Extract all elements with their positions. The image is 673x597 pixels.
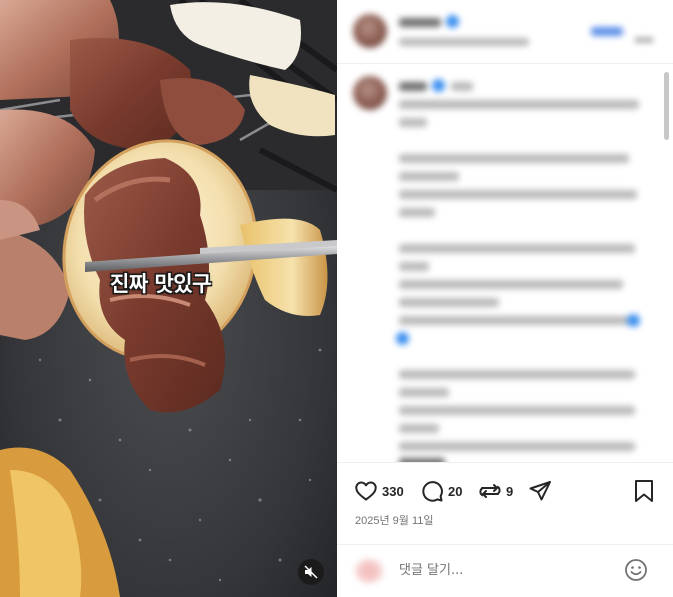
author-avatar[interactable] (353, 14, 387, 48)
mute-toggle-button[interactable] (298, 559, 324, 585)
caption-and-comments (337, 64, 673, 462)
post-header (337, 0, 673, 64)
comment-button[interactable]: 20 (420, 479, 462, 503)
post-viewer: 진짜 맛있구 330 20 9 2025년 9월 11일 댓글 달기... (0, 0, 673, 597)
repost-count: 9 (506, 483, 514, 499)
video-player[interactable]: 진짜 맛있구 (0, 0, 337, 597)
repost-icon (479, 484, 501, 498)
video-caption: 진짜 맛있구 (110, 272, 211, 296)
share-button[interactable] (528, 479, 552, 503)
like-count: 330 (382, 483, 404, 499)
like-button[interactable]: 330 (354, 479, 404, 503)
post-side-panel: 330 20 9 2025년 9월 11일 댓글 달기... (337, 0, 673, 597)
comment-input[interactable] (399, 559, 619, 581)
action-bar: 330 20 9 2025년 9월 11일 (337, 462, 673, 552)
comment-composer (337, 544, 673, 597)
speaker-muted-icon (304, 565, 318, 579)
paper-plane-icon (529, 481, 551, 501)
current-user-avatar (355, 559, 383, 583)
post-date: 2025년 9월 11일 (355, 515, 434, 527)
emoji-button[interactable] (624, 558, 648, 582)
comments-scrollbar[interactable] (664, 72, 669, 140)
bookmark-icon (635, 480, 653, 502)
repost-button[interactable]: 9 (478, 479, 513, 503)
comment-bubble-icon (422, 481, 443, 502)
more-options-icon[interactable] (636, 27, 654, 42)
comment-count: 20 (448, 483, 463, 499)
video-frame (0, 0, 337, 597)
smiley-icon (625, 559, 647, 581)
save-button[interactable] (633, 479, 655, 503)
heart-icon (355, 481, 377, 501)
